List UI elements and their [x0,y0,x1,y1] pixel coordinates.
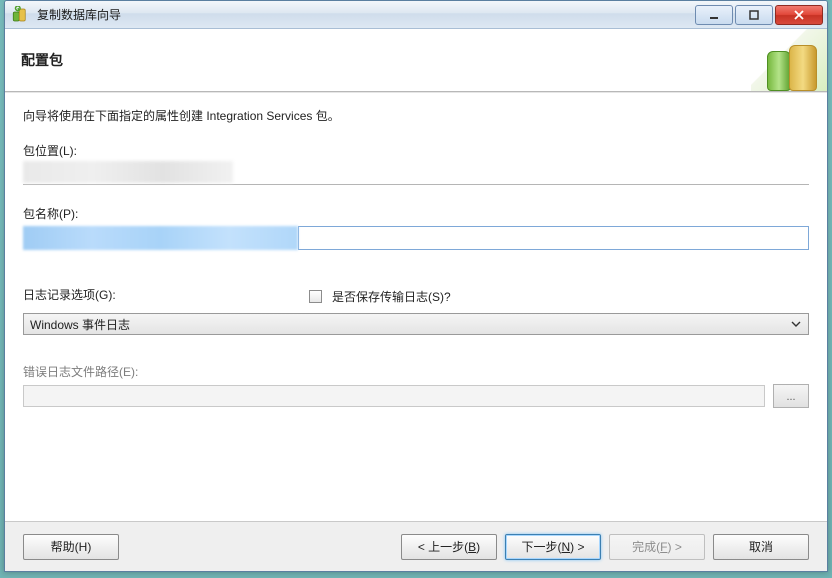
minimize-button[interactable] [695,5,733,25]
maximize-icon [748,9,760,21]
close-icon [793,9,805,21]
window-controls [695,5,823,25]
window-title: 复制数据库向导 [37,6,695,23]
save-transfer-log-checkbox[interactable] [309,290,322,303]
minimize-icon [708,9,720,21]
description-text: 向导将使用在下面指定的属性创建 Integration Services 包。 [23,107,809,124]
error-path-input [23,385,765,407]
chevron-down-icon [788,317,804,331]
browse-button[interactable]: ... [773,384,809,408]
next-button[interactable]: 下一步(N) > [505,534,601,560]
save-transfer-log-label: 是否保存传输日志(S)? [332,288,451,305]
app-icon [11,6,29,24]
error-path-label: 错误日志文件路径(E): [23,363,809,380]
help-button-label: 帮助(H) [51,538,92,555]
redacted-region [23,161,233,183]
header-cylinder-icon [789,45,817,91]
maximize-button[interactable] [735,5,773,25]
page-title: 配置包 [21,50,63,70]
header-cylinder-icon [767,51,791,91]
help-button[interactable]: 帮助(H) [23,534,119,560]
redacted-region [23,226,298,250]
titlebar[interactable]: 复制数据库向导 [5,1,827,29]
back-button[interactable]: < 上一步(B) [401,534,497,560]
log-option-selected-value: Windows 事件日志 [30,316,130,333]
log-option-label: 日志记录选项(G): [23,286,303,303]
package-location-label: 包位置(L): [23,142,809,159]
close-button[interactable] [775,5,823,25]
package-name-input[interactable] [298,226,809,250]
wizard-content: 向导将使用在下面指定的属性创建 Integration Services 包。 … [5,93,827,521]
cancel-button-label: 取消 [749,538,773,555]
finish-button: 完成(F) > [609,534,705,560]
wizard-header: 配置包 [5,29,827,91]
log-option-select[interactable]: Windows 事件日志 [23,313,809,335]
wizard-footer: 帮助(H) < 上一步(B) 下一步(N) > 完成(F) > 取消 [5,521,827,571]
cancel-button[interactable]: 取消 [713,534,809,560]
wizard-window: 复制数据库向导 配置包 向导将使用在下面指定的属性创建 Integration … [4,0,828,572]
package-name-label: 包名称(P): [23,205,809,222]
